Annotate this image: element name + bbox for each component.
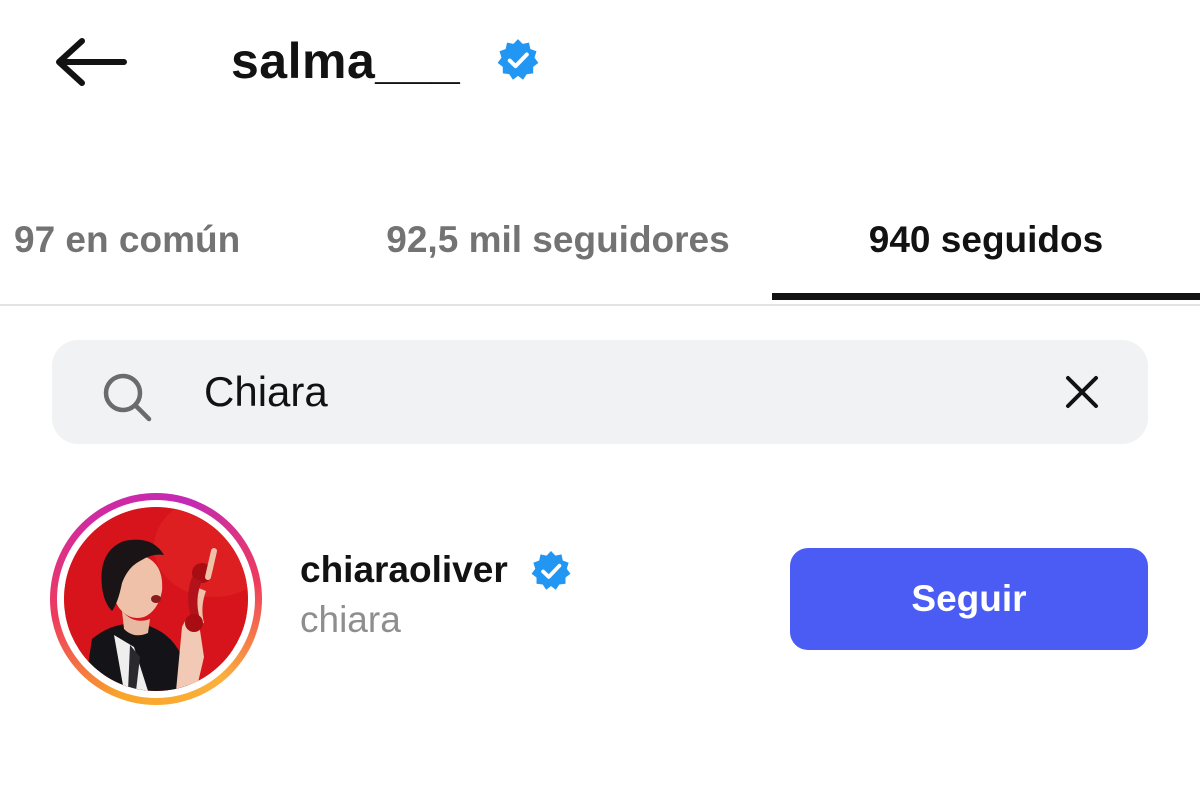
follow-button[interactable]: Seguir [790, 548, 1148, 650]
list-item[interactable]: chiaraoliver chiara Seguir [0, 488, 1200, 708]
avatar-border [57, 500, 255, 698]
close-icon [1066, 376, 1098, 408]
tab-mutual[interactable]: 97 en común [0, 180, 256, 300]
search-bar [52, 340, 1148, 444]
tab-following[interactable]: 940 seguidos [772, 180, 1200, 300]
avatar [64, 507, 248, 691]
search-input[interactable] [204, 362, 1024, 422]
search-icon [103, 373, 152, 422]
page-title: salma___ [231, 33, 461, 89]
story-ring[interactable] [50, 493, 262, 705]
back-button[interactable] [48, 32, 132, 92]
follow-tabs: 97 en común 92,5 mil seguidores 940 segu… [0, 180, 1200, 306]
arrow-left-icon [56, 38, 127, 86]
result-full-name: chiara [300, 599, 401, 640]
following-screen: salma___ 97 en común 92,5 mil seguidores… [0, 0, 1200, 810]
active-tab-indicator [772, 293, 1200, 300]
clear-search-button[interactable] [1056, 366, 1108, 418]
result-username: chiaraoliver [300, 549, 508, 590]
verified-badge-icon [531, 551, 571, 590]
tab-followers[interactable]: 92,5 mil seguidores [330, 180, 786, 300]
verified-badge-icon [497, 39, 539, 80]
